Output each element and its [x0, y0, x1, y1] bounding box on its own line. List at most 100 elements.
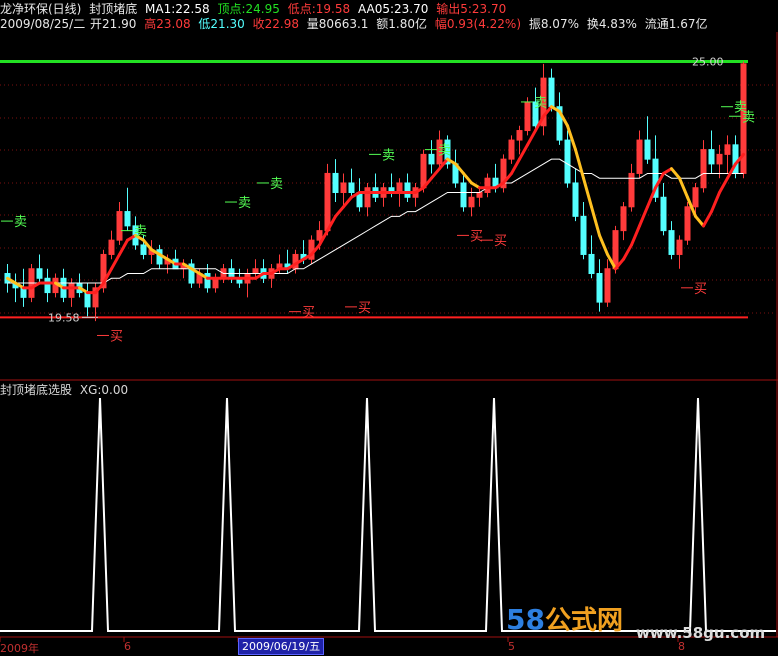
candle-body-31	[252, 268, 259, 275]
aa05-segment-80	[638, 205, 649, 228]
sell-label-1: 卖	[134, 225, 147, 240]
high-value: 高23.08	[144, 17, 191, 31]
sell-label-4: 卖	[382, 148, 395, 163]
candle-body-74	[596, 273, 603, 303]
bottom-value: 低点:19.58	[287, 2, 351, 16]
indicator-title: 封顶堵底选股	[0, 383, 73, 397]
candle-body-57	[460, 182, 467, 208]
candle-body-50	[404, 182, 411, 198]
buy-label-5: 买	[694, 282, 707, 297]
candle-body-40	[324, 172, 331, 232]
buy-label-0: 买	[110, 329, 123, 344]
watermark-text: 公式网	[544, 606, 623, 636]
candle-body-15	[124, 211, 131, 227]
amount-value: 额1.80亿	[376, 17, 427, 31]
top-level-label: 25.00	[692, 55, 724, 68]
watermark-logo: 58公式网	[506, 600, 623, 637]
aa05-segment-64	[510, 157, 521, 175]
date-value: 2009/08/25/二	[0, 17, 86, 31]
candle-body-77	[620, 206, 627, 232]
candle-body-8	[68, 282, 75, 298]
aa05-segment-54	[430, 167, 441, 180]
candle-body-17	[140, 244, 147, 255]
chart-canvas: 25.0019.58 卖卖卖卖卖 卖卖 卖卖买买 买买 买买	[0, 32, 778, 642]
candle-body-64	[516, 130, 523, 141]
aa05-segment-88	[702, 210, 713, 228]
aa05-segment-42	[334, 205, 345, 218]
buy-label-3: 买	[470, 229, 483, 244]
sell-label-8: 卖	[742, 110, 755, 125]
aa05-segment-15	[118, 238, 129, 256]
aa05-segment-14	[110, 252, 121, 271]
candle-body-59	[476, 192, 483, 198]
sell-label-3: 卖	[270, 177, 283, 192]
candle-body-63	[508, 139, 515, 160]
candle-body-43	[348, 182, 355, 193]
candle-body-45	[364, 187, 371, 208]
candle-body-90	[724, 144, 731, 155]
aa05-segment-84	[670, 167, 681, 180]
low-value: 低21.30	[198, 17, 245, 31]
xg-line	[0, 397, 776, 632]
sell-label-0: 卖	[14, 215, 27, 230]
crosshair-date-label: 2009/06/19/五	[238, 638, 325, 655]
candle-body-53	[428, 153, 435, 165]
candle-body-80	[644, 139, 651, 160]
sell-label-6: 卖	[534, 96, 547, 111]
candle-body-42	[340, 182, 347, 193]
close-value: 收22.98	[252, 17, 299, 31]
candle-body-58	[468, 196, 475, 208]
aa05-value: AA05:23.70	[357, 2, 429, 16]
grid-lines	[0, 84, 776, 314]
aa05-segment-89	[710, 191, 721, 214]
candle-body-10	[84, 292, 91, 308]
aa05-segment-85	[678, 176, 689, 199]
aa05-segment-66	[526, 129, 537, 147]
candle-body-72	[580, 215, 587, 255]
indicator-name: 封顶堵底	[89, 2, 138, 16]
buy-label-1: 买	[302, 306, 315, 321]
candle-body-68	[548, 77, 555, 108]
watermark-url: www.58gu.com	[636, 624, 766, 642]
top-value: 顶点:24.95	[217, 2, 280, 16]
buy-label-4: 买	[494, 234, 507, 249]
candle-body-4	[36, 268, 43, 279]
stock-name: 龙净环保(日线)	[0, 2, 82, 16]
aa05-segment-79	[630, 224, 641, 247]
x-axis-ticks	[0, 637, 679, 642]
candle-body-71	[572, 182, 579, 217]
ma1-value: MA1:22.58	[145, 2, 210, 16]
open-value: 开21.90	[90, 17, 137, 31]
candle-body-85	[684, 206, 691, 241]
x-label-month-a: 5	[508, 640, 515, 653]
candle-body-83	[668, 230, 675, 255]
candle-body-5	[44, 277, 51, 294]
candle-body-86	[692, 187, 699, 208]
candle-body-14	[116, 211, 123, 241]
output-value: 输出5:23.70	[436, 2, 507, 16]
sell-label-2: 卖	[238, 196, 251, 211]
xg-value: XG:0.00	[79, 383, 129, 397]
bottom-level-label: 19.58	[48, 311, 80, 324]
candle-body-60	[484, 177, 491, 193]
turnover-value: 换4.83%	[586, 17, 637, 31]
aa05-segment-73	[582, 176, 593, 209]
candle-body-87	[700, 149, 707, 189]
sell-label-5: 卖	[438, 144, 451, 159]
aa05-segment-78	[622, 243, 633, 261]
aa05-segment-72	[574, 148, 585, 180]
candle-body-73	[588, 253, 595, 275]
buy-label-2: 买	[358, 301, 371, 316]
aa05-segment-65	[518, 143, 529, 161]
x-label-month-6: 6	[124, 640, 131, 653]
candle-body-41	[332, 172, 339, 193]
candle-body-82	[660, 196, 667, 232]
candle-body-84	[676, 239, 683, 255]
xg-signal-series	[0, 397, 776, 632]
candle-body-88	[708, 149, 715, 165]
amplitude-value: 振8.07%	[528, 17, 579, 31]
candle-body-65	[524, 101, 531, 132]
candle-body-75	[604, 268, 611, 303]
candle-body-79	[636, 139, 643, 174]
float-value: 流通1.67亿	[644, 17, 708, 31]
